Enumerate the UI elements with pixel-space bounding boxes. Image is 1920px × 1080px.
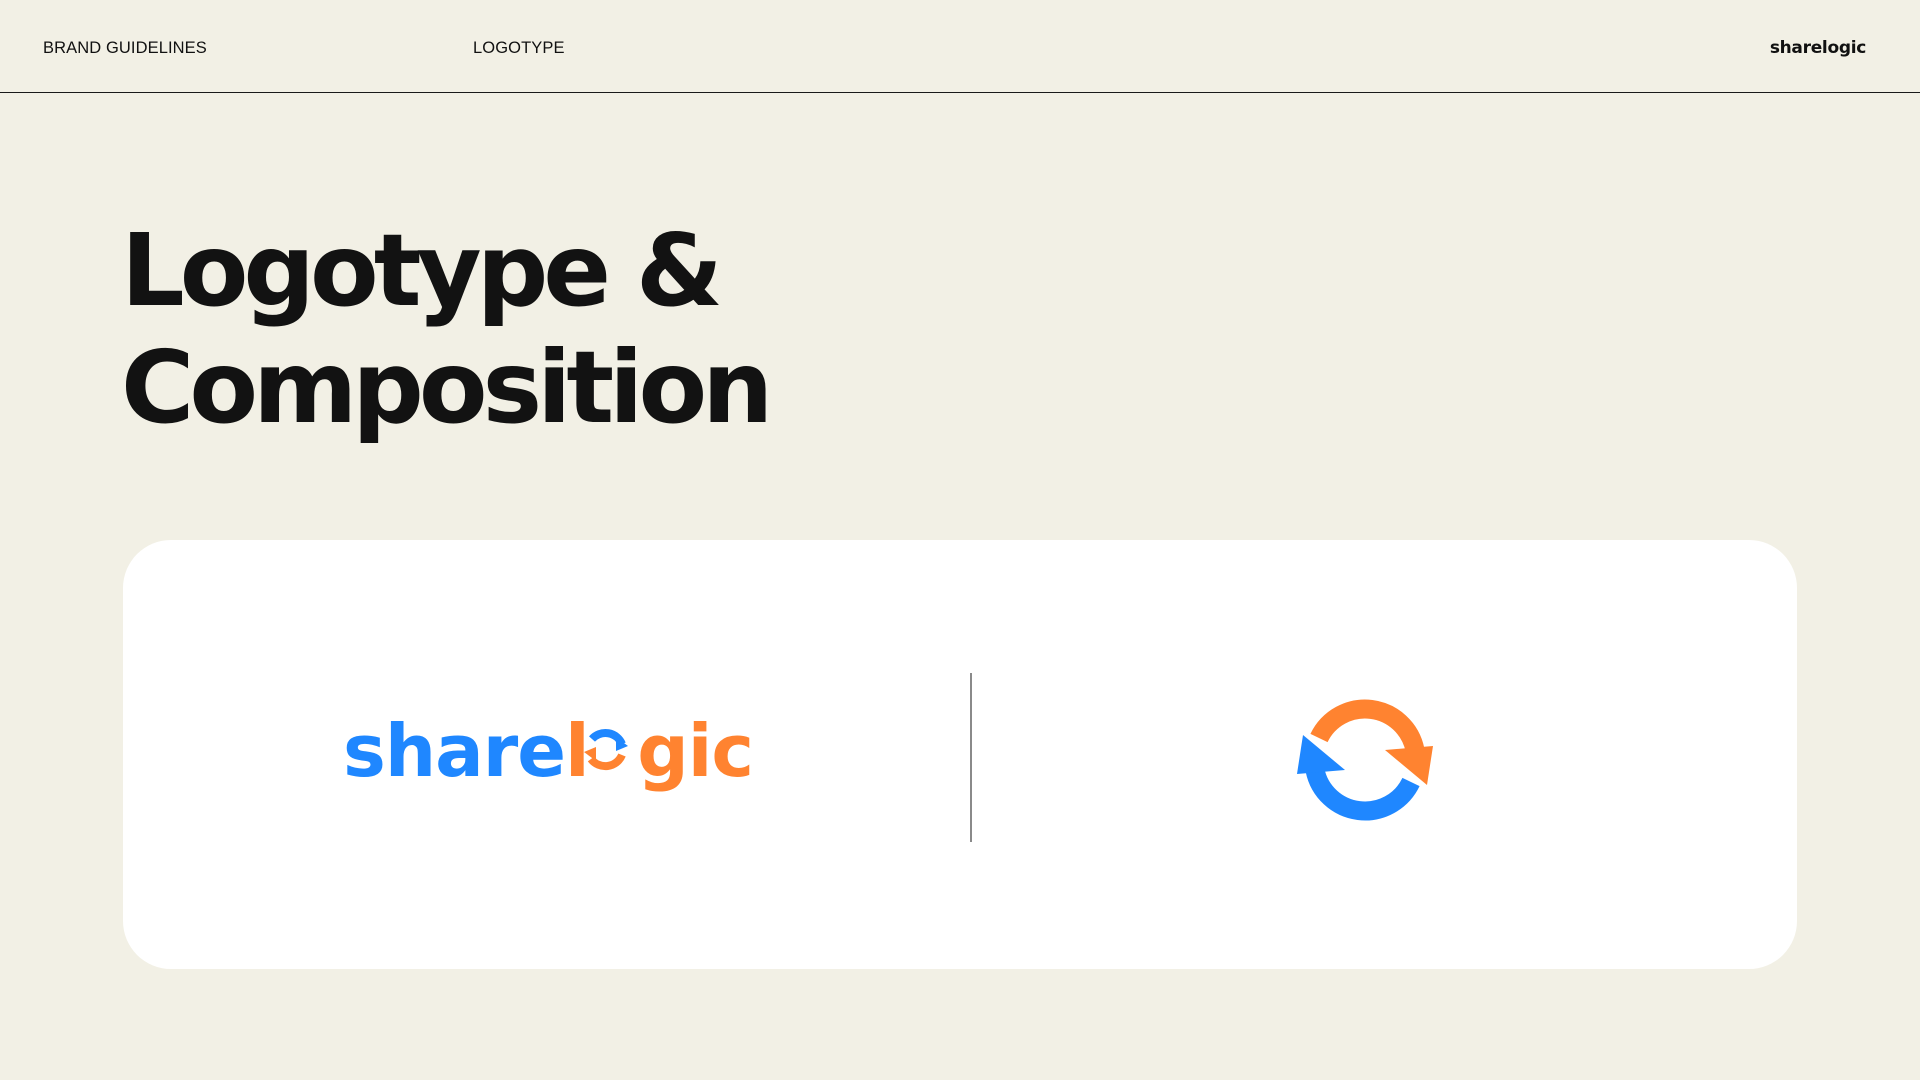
wordmark-share: share: [343, 709, 565, 793]
wordmark-l: l: [565, 709, 589, 793]
sync-arrows-icon: [1297, 699, 1433, 821]
page-title-line-1: Logotype &: [121, 212, 723, 329]
wordmark-logo: sharelogic: [343, 709, 754, 793]
logo-card: sharelogic: [123, 540, 1797, 969]
section-label: BRAND GUIDELINES: [43, 39, 207, 57]
page-title-line-2: Composition: [121, 329, 773, 446]
logo-divider: [970, 673, 972, 842]
svg-text:sharelogic: sharelogic: [343, 709, 753, 793]
page-title: Logotype & Composition: [121, 212, 773, 446]
brand-name: sharelogic: [1769, 38, 1866, 58]
subsection-label: LOGOTYPE: [473, 39, 565, 57]
top-bar: BRAND GUIDELINES LOGOTYPE sharelogic: [0, 0, 1920, 93]
brand-guidelines-page: BRAND GUIDELINES LOGOTYPE sharelogic Log…: [0, 0, 1920, 1080]
wordmark-gic: gic: [637, 709, 753, 793]
